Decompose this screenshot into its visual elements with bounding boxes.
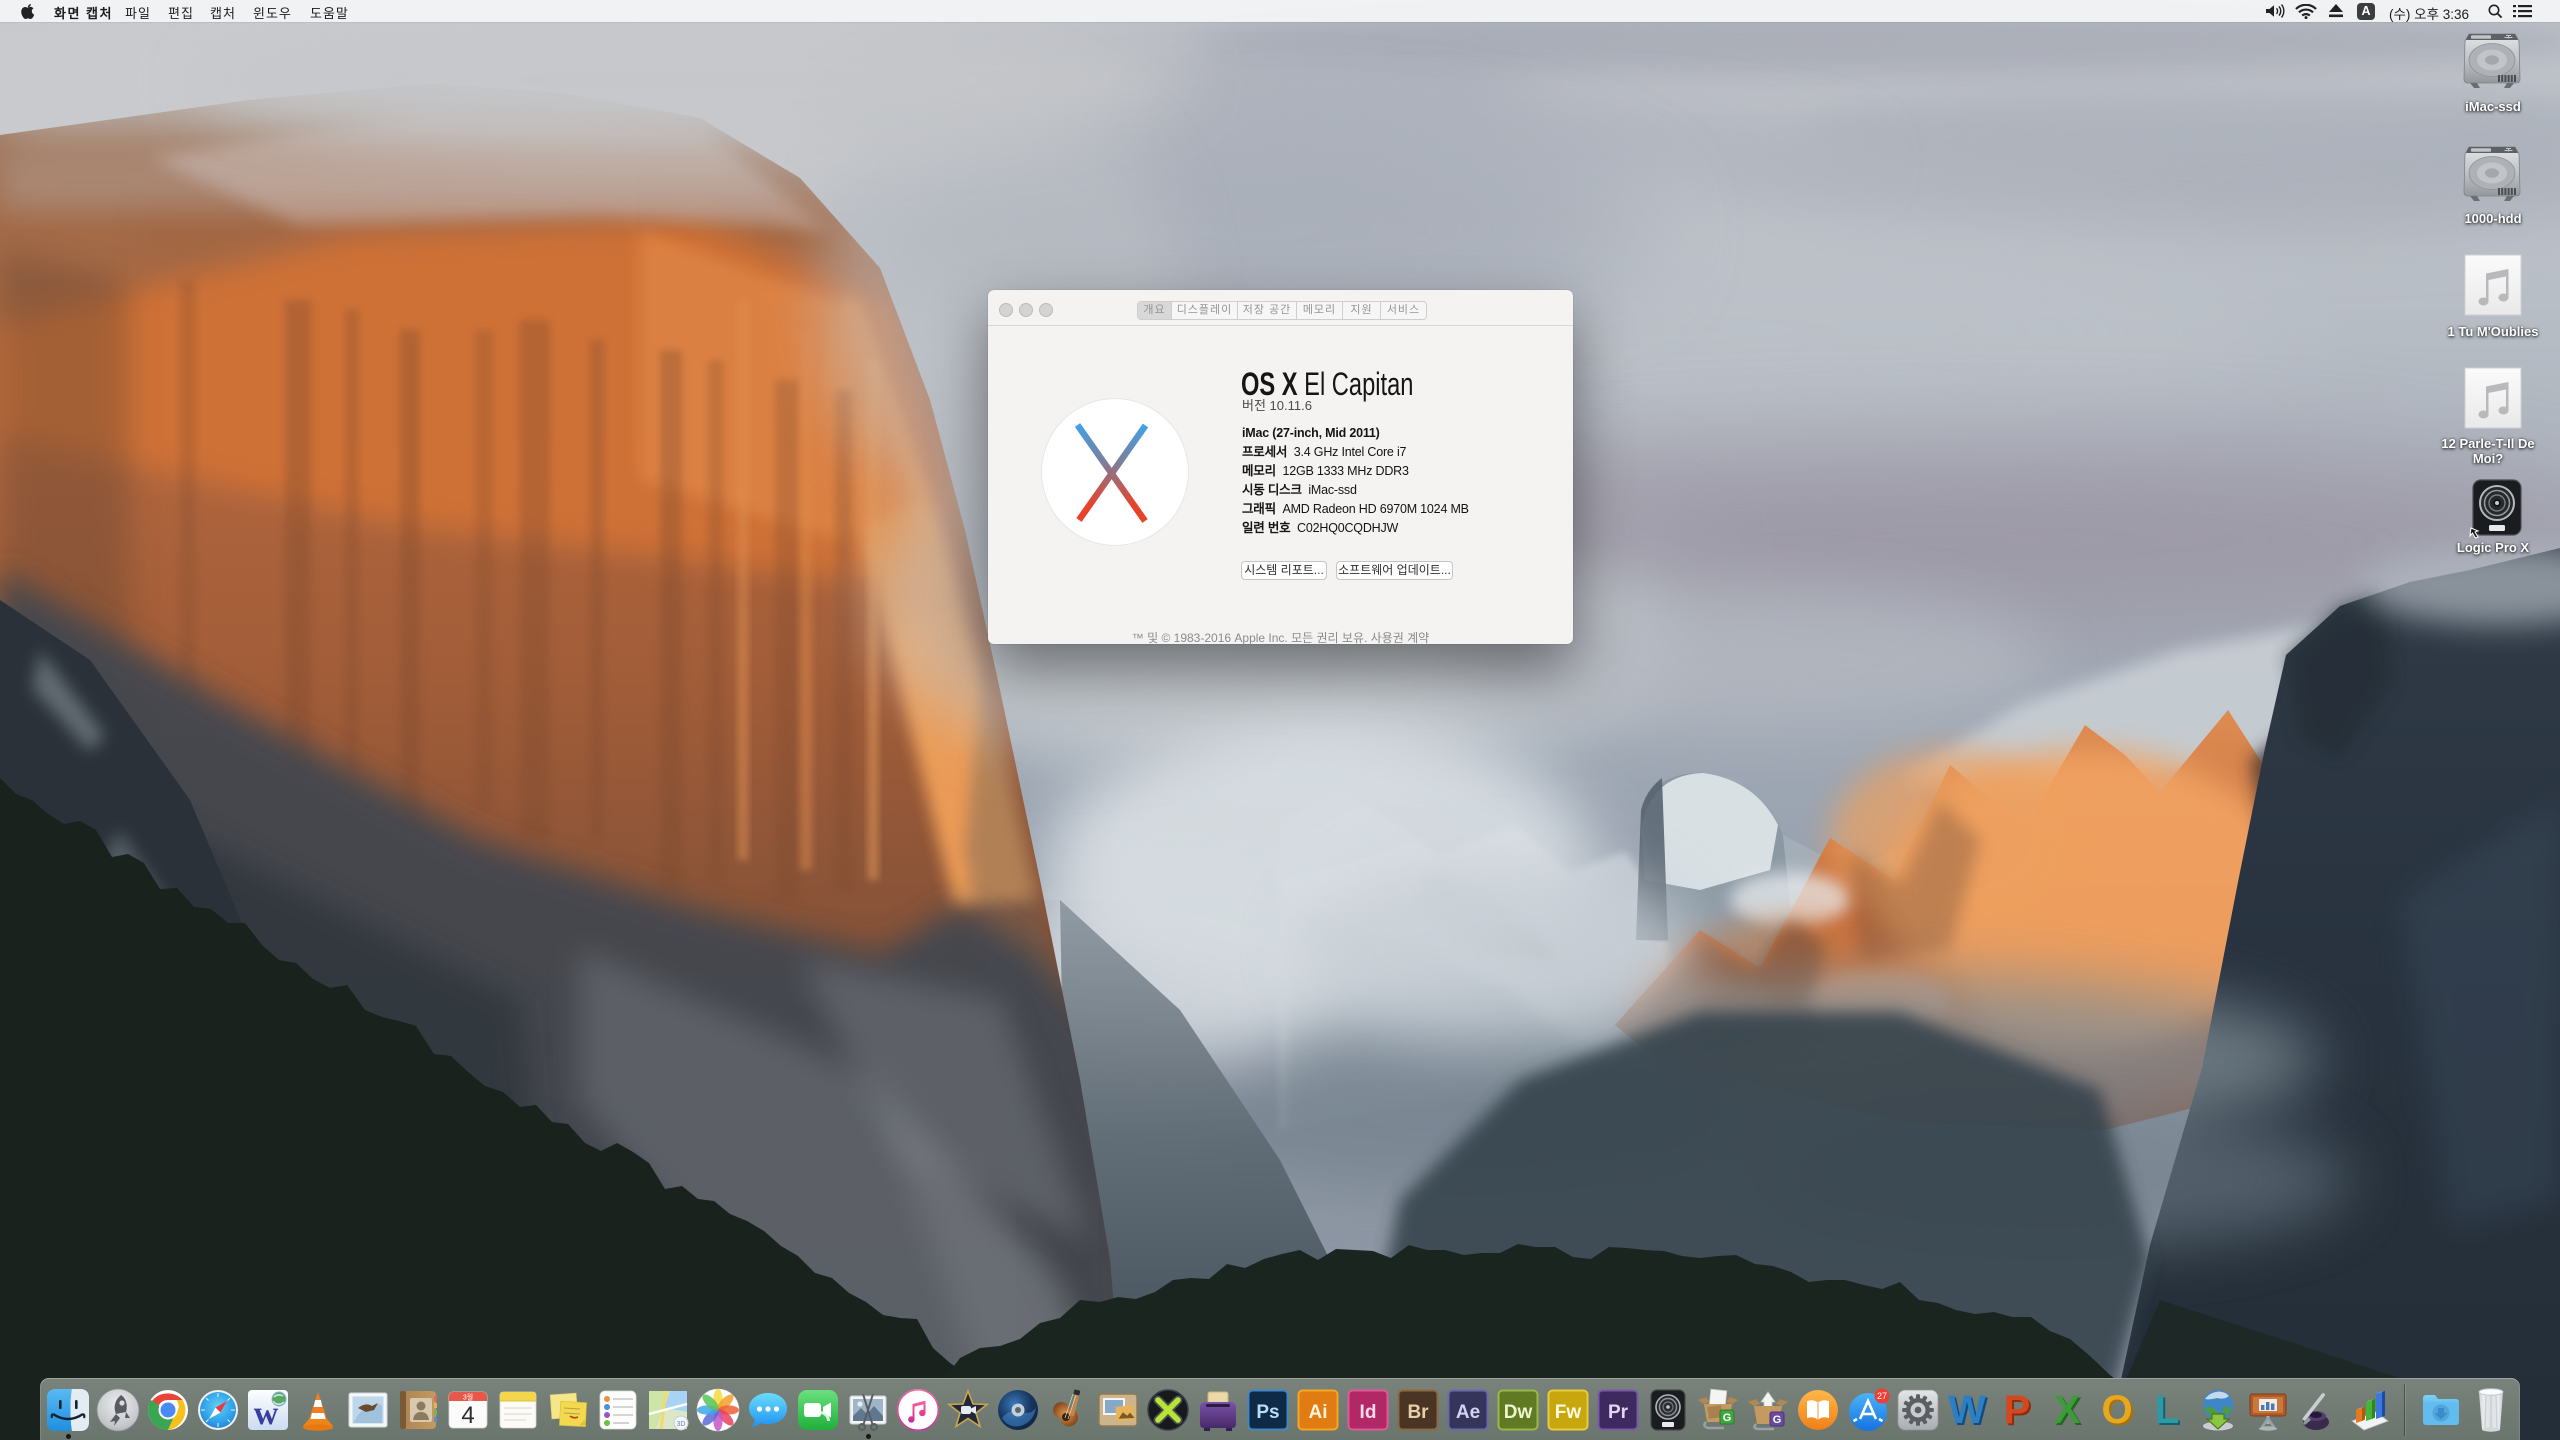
svg-text:G: G — [1773, 1414, 1782, 1426]
svg-text:Dw: Dw — [1504, 1402, 1533, 1423]
svg-text:O: O — [2101, 1388, 2132, 1432]
svg-text:4: 4 — [461, 1402, 474, 1429]
svg-text:Ai: Ai — [1309, 1402, 1328, 1423]
svg-text:Fw: Fw — [1555, 1402, 1582, 1423]
svg-text:W: W — [1948, 1388, 1986, 1432]
svg-text:Id: Id — [1360, 1402, 1377, 1423]
svg-text:Ps: Ps — [1256, 1402, 1279, 1423]
svg-text:Br: Br — [1407, 1402, 1429, 1423]
svg-text:Pr: Pr — [1608, 1402, 1629, 1423]
svg-text:27: 27 — [1877, 1391, 1887, 1401]
svg-text:G: G — [1723, 1412, 1732, 1424]
svg-text:X: X — [2054, 1388, 2081, 1432]
svg-text:3월: 3월 — [463, 1393, 473, 1402]
svg-text:L: L — [2155, 1388, 2179, 1432]
svg-text:P: P — [2004, 1388, 2031, 1432]
svg-text:3D: 3D — [677, 1421, 686, 1428]
svg-text:Ae: Ae — [1456, 1402, 1480, 1423]
